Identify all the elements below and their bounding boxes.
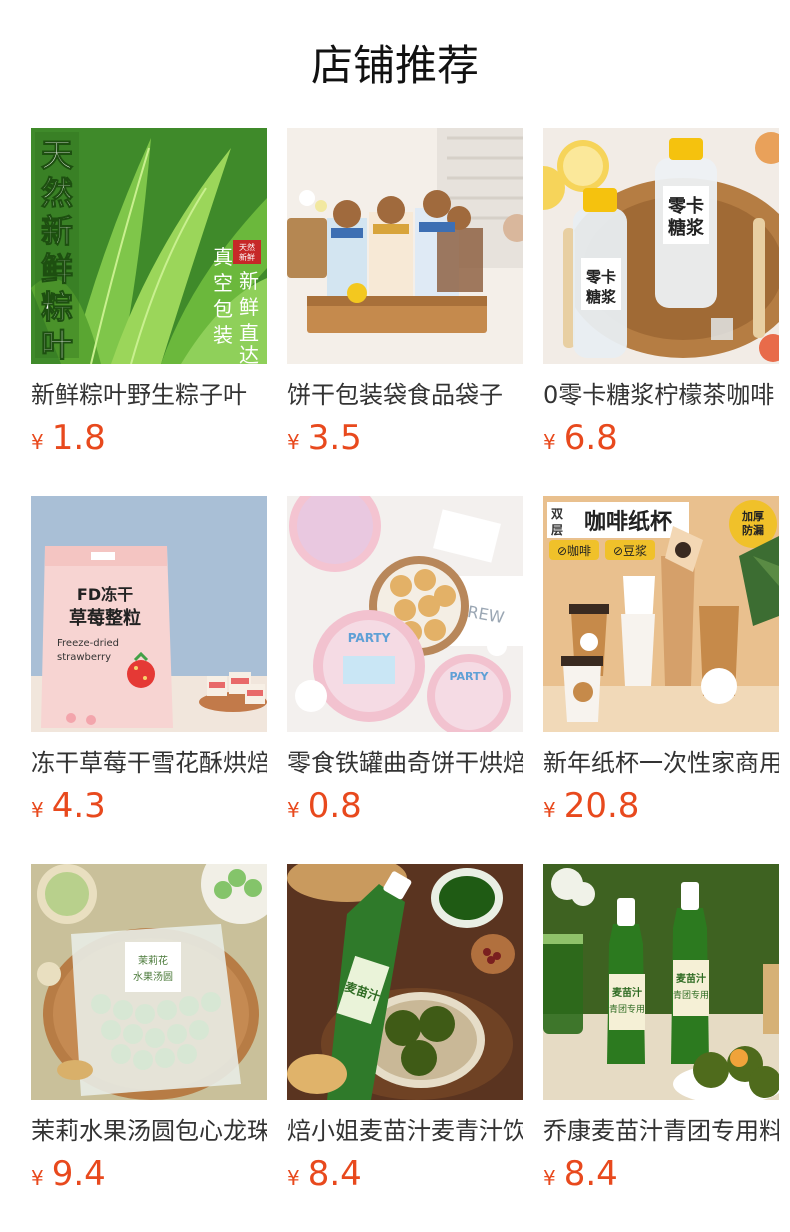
svg-text:双: 双 <box>551 507 563 521</box>
svg-text:达: 达 <box>239 343 259 364</box>
image-main-char-1: 天 <box>41 136 73 174</box>
product-name[interactable]: 新年纸杯一次性家商用 <box>543 746 779 780</box>
product-card[interactable]: FD冻干 草莓整粒 Freeze-dried strawberry 冻干草莓干雪… <box>31 496 267 836</box>
product-image[interactable]: 天 然 新 鲜 粽 叶 天然 新鲜 真 空 包 装 新 鲜 直 达 <box>31 128 267 364</box>
svg-text:粽: 粽 <box>41 288 73 326</box>
svg-text:水果汤圆: 水果汤圆 <box>133 970 173 983</box>
product-price: ¥3.5 <box>287 416 362 460</box>
currency-symbol: ¥ <box>31 430 44 454</box>
price-value: 3.5 <box>307 418 362 458</box>
svg-text:麦苗汁: 麦苗汁 <box>612 986 642 999</box>
product-price: ¥8.4 <box>287 1152 362 1196</box>
product-card[interactable]: 麦苗汁 青团专用 麦苗汁 青团专用 乔康麦苗汁青团专用料 ¥8.4 <box>543 864 779 1204</box>
price-value: 6.8 <box>563 418 618 458</box>
currency-symbol: ¥ <box>543 798 556 822</box>
product-card[interactable]: 茉莉花 水果汤圆 茉莉水果汤圆包心龙珠 ¥9.4 <box>31 864 267 1204</box>
currency-symbol: ¥ <box>31 798 44 822</box>
svg-text:新鲜: 新鲜 <box>239 252 255 262</box>
product-image[interactable]: 麦苗汁 <box>287 864 523 1100</box>
currency-symbol: ¥ <box>31 1166 44 1190</box>
price-value: 1.8 <box>51 418 106 458</box>
price-value: 8.4 <box>307 1154 362 1194</box>
product-price: ¥20.8 <box>543 784 639 828</box>
svg-text:鲜: 鲜 <box>239 295 259 319</box>
product-image[interactable]: REW PARTY PARTY <box>287 496 523 732</box>
page-title: 店铺推荐 <box>310 41 479 90</box>
svg-text:鲜: 鲜 <box>41 250 73 288</box>
product-price: ¥0.8 <box>287 784 362 828</box>
product-price: ¥6.8 <box>543 416 618 460</box>
svg-text:新: 新 <box>41 212 73 250</box>
svg-text:零卡: 零卡 <box>667 195 704 217</box>
currency-symbol: ¥ <box>287 1166 300 1190</box>
svg-text:天然: 天然 <box>239 242 255 252</box>
product-image[interactable]: FD冻干 草莓整粒 Freeze-dried strawberry <box>31 496 267 732</box>
product-card[interactable]: REW PARTY PARTY 零食铁罐曲奇饼干烘焙 ¥0.8 <box>287 496 523 836</box>
svg-text:PARTY: PARTY <box>348 631 391 645</box>
product-name[interactable]: 零食铁罐曲奇饼干烘焙 <box>287 746 523 780</box>
svg-text:真: 真 <box>213 245 233 269</box>
product-name[interactable]: 0零卡糖浆柠檬茶咖啡 <box>543 378 779 412</box>
svg-text:层: 层 <box>551 523 563 537</box>
product-image[interactable] <box>287 128 523 364</box>
price-value: 4.3 <box>51 786 106 826</box>
product-name[interactable]: 乔康麦苗汁青团专用料 <box>543 1114 779 1148</box>
svg-text:青团专用: 青团专用 <box>609 1003 645 1015</box>
svg-text:加厚: 加厚 <box>741 509 764 523</box>
product-name[interactable]: 新鲜粽叶野生粽子叶 <box>31 378 267 412</box>
product-card[interactable]: 零卡 糖浆 零卡 糖浆 0零卡糖浆柠檬茶咖啡 ¥6.8 <box>543 128 779 468</box>
svg-text:⊘豆浆: ⊘豆浆 <box>613 543 647 558</box>
product-price: ¥9.4 <box>31 1152 106 1196</box>
svg-text:装: 装 <box>213 323 233 347</box>
product-card[interactable]: 天 然 新 鲜 粽 叶 天然 新鲜 真 空 包 装 新 鲜 直 达 新鲜粽叶野生… <box>31 128 267 468</box>
svg-text:PARTY: PARTY <box>449 670 489 683</box>
svg-text:直: 直 <box>239 321 259 345</box>
price-value: 8.4 <box>563 1154 618 1194</box>
currency-symbol: ¥ <box>287 798 300 822</box>
product-image[interactable]: 茉莉花 水果汤圆 <box>31 864 267 1100</box>
svg-text:叶: 叶 <box>41 326 73 364</box>
svg-text:草莓整粒: 草莓整粒 <box>69 607 141 629</box>
product-image[interactable]: 麦苗汁 青团专用 麦苗汁 青团专用 <box>543 864 779 1100</box>
product-card[interactable]: 双 层 咖啡纸杯 加厚 防漏 ⊘咖啡 ⊘豆浆 新年纸杯一次性家商用 ¥ 20.8 <box>543 496 779 836</box>
svg-text:茉莉花: 茉莉花 <box>138 954 168 967</box>
svg-text:然: 然 <box>41 174 73 212</box>
svg-text:防漏: 防漏 <box>742 523 764 537</box>
product-name[interactable]: 冻干草莓干雪花酥烘焙 <box>31 746 267 780</box>
product-name[interactable]: 茉莉水果汤圆包心龙珠 <box>31 1114 267 1148</box>
product-price: ¥1.8 <box>31 416 106 460</box>
price-value: 9.4 <box>51 1154 106 1194</box>
svg-text:⊘咖啡: ⊘咖啡 <box>557 543 591 558</box>
product-name[interactable]: 饼干包装袋食品袋子 <box>287 378 523 412</box>
currency-symbol: ¥ <box>287 430 300 454</box>
svg-text:Freeze-dried: Freeze-dried <box>57 638 119 649</box>
svg-text:零卡: 零卡 <box>585 268 616 286</box>
svg-text:麦苗汁: 麦苗汁 <box>676 972 706 985</box>
svg-text:包: 包 <box>213 297 233 321</box>
product-price: ¥8.4 <box>543 1152 618 1196</box>
currency-symbol: ¥ <box>543 430 556 454</box>
product-card[interactable]: 饼干包装袋食品袋子 ¥3.5 <box>287 128 523 468</box>
product-name[interactable]: 焙小姐麦苗汁麦青汁饮 <box>287 1114 523 1148</box>
svg-text:FD冻干: FD冻干 <box>77 585 133 604</box>
svg-text:空: 空 <box>213 271 233 295</box>
price-value: 0.8 <box>307 786 362 826</box>
product-price: ¥4.3 <box>31 784 106 828</box>
svg-text:咖啡纸杯: 咖啡纸杯 <box>584 509 672 535</box>
product-image[interactable]: 双 层 咖啡纸杯 加厚 防漏 ⊘咖啡 ⊘豆浆 <box>543 496 779 732</box>
svg-text:新: 新 <box>239 269 259 293</box>
product-card[interactable]: 麦苗汁 焙小姐麦苗汁麦青汁饮 ¥8.4 <box>287 864 523 1204</box>
currency-symbol: ¥ <box>543 1166 556 1190</box>
svg-text:strawberry: strawberry <box>57 652 111 663</box>
svg-text:糖浆: 糖浆 <box>668 217 705 239</box>
svg-text:青团专用: 青团专用 <box>673 989 709 1001</box>
price-value: 20.8 <box>563 786 640 826</box>
product-image[interactable]: 零卡 糖浆 零卡 糖浆 <box>543 128 779 364</box>
svg-text:糖浆: 糖浆 <box>586 288 617 306</box>
